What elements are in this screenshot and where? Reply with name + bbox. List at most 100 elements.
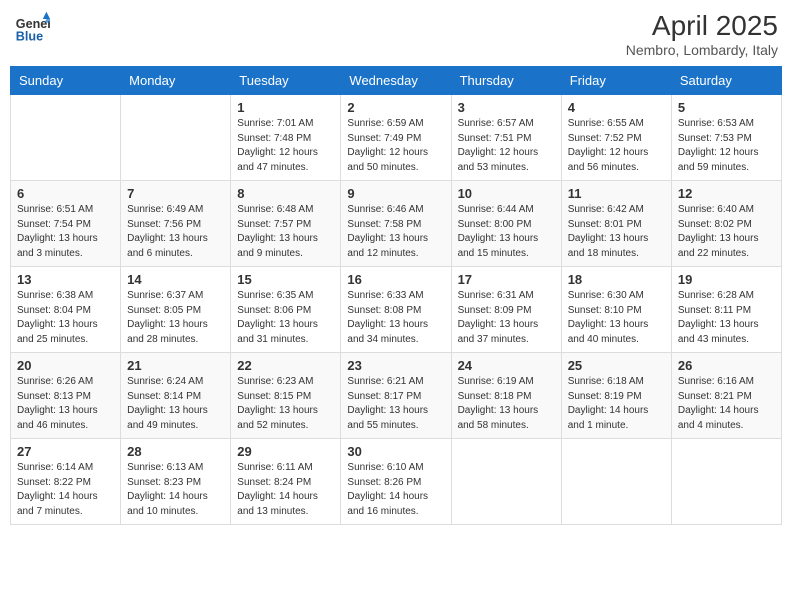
calendar-cell	[121, 95, 231, 181]
calendar-cell	[561, 439, 671, 525]
title-section: April 2025 Nembro, Lombardy, Italy	[626, 10, 778, 58]
week-row-5: 27 Sunrise: 6:14 AMSunset: 8:22 PMDayligh…	[11, 439, 782, 525]
day-number: 10	[458, 186, 555, 201]
day-number: 20	[17, 358, 114, 373]
day-info: Sunrise: 6:23 AMSunset: 8:15 PMDaylight:…	[237, 375, 334, 433]
calendar-cell: 27 Sunrise: 6:14 AMSunset: 8:22 PMDayligh…	[11, 439, 121, 525]
day-info: Sunrise: 6:46 AMSunset: 7:58 PMDaylight:…	[347, 203, 444, 261]
day-info: Sunrise: 6:59 AMSunset: 7:49 PMDaylight:…	[347, 117, 444, 175]
weekday-header-wednesday: Wednesday	[341, 67, 451, 95]
day-number: 6	[17, 186, 114, 201]
weekday-header-friday: Friday	[561, 67, 671, 95]
day-info: Sunrise: 6:49 AMSunset: 7:56 PMDaylight:…	[127, 203, 224, 261]
day-info: Sunrise: 6:14 AMSunset: 8:22 PMDaylight:…	[17, 461, 114, 519]
day-number: 30	[347, 444, 444, 459]
day-info: Sunrise: 6:19 AMSunset: 8:18 PMDaylight:…	[458, 375, 555, 433]
day-number: 27	[17, 444, 114, 459]
calendar-cell: 25 Sunrise: 6:18 AMSunset: 8:19 PMDayligh…	[561, 353, 671, 439]
day-number: 8	[237, 186, 334, 201]
day-info: Sunrise: 6:13 AMSunset: 8:23 PMDaylight:…	[127, 461, 224, 519]
calendar-cell: 15Sunrise: 6:35 AMSunset: 8:06 PMDayligh…	[231, 267, 341, 353]
calendar-cell: 21Sunrise: 6:24 AMSunset: 8:14 PMDayligh…	[121, 353, 231, 439]
calendar-cell	[11, 95, 121, 181]
calendar-cell: 3 Sunrise: 6:57 AMSunset: 7:51 PMDaylight…	[451, 95, 561, 181]
day-number: 13	[17, 272, 114, 287]
day-number: 1	[237, 100, 334, 115]
calendar-cell: 23Sunrise: 6:21 AMSunset: 8:17 PMDayligh…	[341, 353, 451, 439]
weekday-header-sunday: Sunday	[11, 67, 121, 95]
calendar-cell: 9 Sunrise: 6:46 AMSunset: 7:58 PMDaylight…	[341, 181, 451, 267]
calendar-cell	[451, 439, 561, 525]
calendar-cell	[671, 439, 781, 525]
location-subtitle: Nembro, Lombardy, Italy	[626, 42, 778, 58]
day-number: 15	[237, 272, 334, 287]
day-number: 2	[347, 100, 444, 115]
calendar-cell: 4Sunrise: 6:55 AMSunset: 7:52 PMDaylight…	[561, 95, 671, 181]
day-info: Sunrise: 6:26 AMSunset: 8:13 PMDaylight:…	[17, 375, 114, 433]
day-number: 17	[458, 272, 555, 287]
day-number: 28	[127, 444, 224, 459]
calendar-cell: 20 Sunrise: 6:26 AMSunset: 8:13 PMDayligh…	[11, 353, 121, 439]
calendar-cell: 17Sunrise: 6:31 AMSunset: 8:09 PMDayligh…	[451, 267, 561, 353]
day-info: Sunrise: 6:57 AMSunset: 7:51 PMDaylight:…	[458, 117, 555, 175]
weekday-header-saturday: Saturday	[671, 67, 781, 95]
day-info: Sunrise: 6:53 AMSunset: 7:53 PMDaylight:…	[678, 117, 775, 175]
day-info: Sunrise: 6:40 AMSunset: 8:02 PMDaylight:…	[678, 203, 775, 261]
calendar-cell: 13 Sunrise: 6:38 AMSunset: 8:04 PMDayligh…	[11, 267, 121, 353]
day-number: 29	[237, 444, 334, 459]
week-row-1: 1Sunrise: 7:01 AMSunset: 7:48 PMDaylight…	[11, 95, 782, 181]
calendar-cell: 24 Sunrise: 6:19 AMSunset: 8:18 PMDayligh…	[451, 353, 561, 439]
day-number: 24	[458, 358, 555, 373]
day-info: Sunrise: 6:30 AMSunset: 8:10 PMDaylight:…	[568, 289, 665, 347]
day-number: 19	[678, 272, 775, 287]
calendar-cell: 8Sunrise: 6:48 AMSunset: 7:57 PMDaylight…	[231, 181, 341, 267]
day-number: 26	[678, 358, 775, 373]
day-number: 11	[568, 186, 665, 201]
svg-text:Blue: Blue	[16, 30, 43, 44]
day-number: 9	[347, 186, 444, 201]
calendar-cell: 14 Sunrise: 6:37 AMSunset: 8:05 PMDayligh…	[121, 267, 231, 353]
day-info: Sunrise: 6:10 AMSunset: 8:26 PMDaylight:…	[347, 461, 444, 519]
day-info: Sunrise: 6:16 AMSunset: 8:21 PMDaylight:…	[678, 375, 775, 433]
calendar-cell: 10 Sunrise: 6:44 AMSunset: 8:00 PMDayligh…	[451, 181, 561, 267]
day-info: Sunrise: 6:11 AMSunset: 8:24 PMDaylight:…	[237, 461, 334, 519]
day-info: Sunrise: 6:33 AMSunset: 8:08 PMDaylight:…	[347, 289, 444, 347]
day-number: 25	[568, 358, 665, 373]
day-number: 16	[347, 272, 444, 287]
month-title: April 2025	[626, 10, 778, 42]
calendar-cell: 26 Sunrise: 6:16 AMSunset: 8:21 PMDayligh…	[671, 353, 781, 439]
day-info: Sunrise: 6:42 AMSunset: 8:01 PMDaylight:…	[568, 203, 665, 261]
day-info: Sunrise: 6:51 AMSunset: 7:54 PMDaylight:…	[17, 203, 114, 261]
calendar-cell: 29 Sunrise: 6:11 AMSunset: 8:24 PMDayligh…	[231, 439, 341, 525]
day-info: Sunrise: 6:37 AMSunset: 8:05 PMDaylight:…	[127, 289, 224, 347]
calendar-cell: 5 Sunrise: 6:53 AMSunset: 7:53 PMDaylight…	[671, 95, 781, 181]
day-info: Sunrise: 6:18 AMSunset: 8:19 PMDaylight:…	[568, 375, 665, 433]
logo-icon: General Blue	[14, 10, 50, 46]
day-info: Sunrise: 6:44 AMSunset: 8:00 PMDaylight:…	[458, 203, 555, 261]
calendar-cell: 12 Sunrise: 6:40 AMSunset: 8:02 PMDayligh…	[671, 181, 781, 267]
week-row-2: 6 Sunrise: 6:51 AMSunset: 7:54 PMDaylight…	[11, 181, 782, 267]
day-number: 3	[458, 100, 555, 115]
day-number: 22	[237, 358, 334, 373]
day-info: Sunrise: 6:55 AMSunset: 7:52 PMDaylight:…	[568, 117, 665, 175]
calendar-cell: 16 Sunrise: 6:33 AMSunset: 8:08 PMDayligh…	[341, 267, 451, 353]
calendar-table: SundayMondayTuesdayWednesdayThursdayFrid…	[10, 66, 782, 525]
calendar-cell: 2 Sunrise: 6:59 AMSunset: 7:49 PMDaylight…	[341, 95, 451, 181]
calendar-cell: 28 Sunrise: 6:13 AMSunset: 8:23 PMDayligh…	[121, 439, 231, 525]
day-info: Sunrise: 6:38 AMSunset: 8:04 PMDaylight:…	[17, 289, 114, 347]
week-row-3: 13 Sunrise: 6:38 AMSunset: 8:04 PMDayligh…	[11, 267, 782, 353]
logo: General Blue	[14, 10, 50, 46]
day-number: 23	[347, 358, 444, 373]
day-number: 7	[127, 186, 224, 201]
calendar-cell: 7 Sunrise: 6:49 AMSunset: 7:56 PMDaylight…	[121, 181, 231, 267]
weekday-header-thursday: Thursday	[451, 67, 561, 95]
day-number: 12	[678, 186, 775, 201]
calendar-cell: 22 Sunrise: 6:23 AMSunset: 8:15 PMDayligh…	[231, 353, 341, 439]
day-info: Sunrise: 6:24 AMSunset: 8:14 PMDaylight:…	[127, 375, 224, 433]
day-info: Sunrise: 6:28 AMSunset: 8:11 PMDaylight:…	[678, 289, 775, 347]
day-number: 5	[678, 100, 775, 115]
calendar-cell: 19 Sunrise: 6:28 AMSunset: 8:11 PMDayligh…	[671, 267, 781, 353]
page-header: General Blue April 2025 Nembro, Lombardy…	[10, 10, 782, 58]
weekday-header-row: SundayMondayTuesdayWednesdayThursdayFrid…	[11, 67, 782, 95]
day-number: 14	[127, 272, 224, 287]
